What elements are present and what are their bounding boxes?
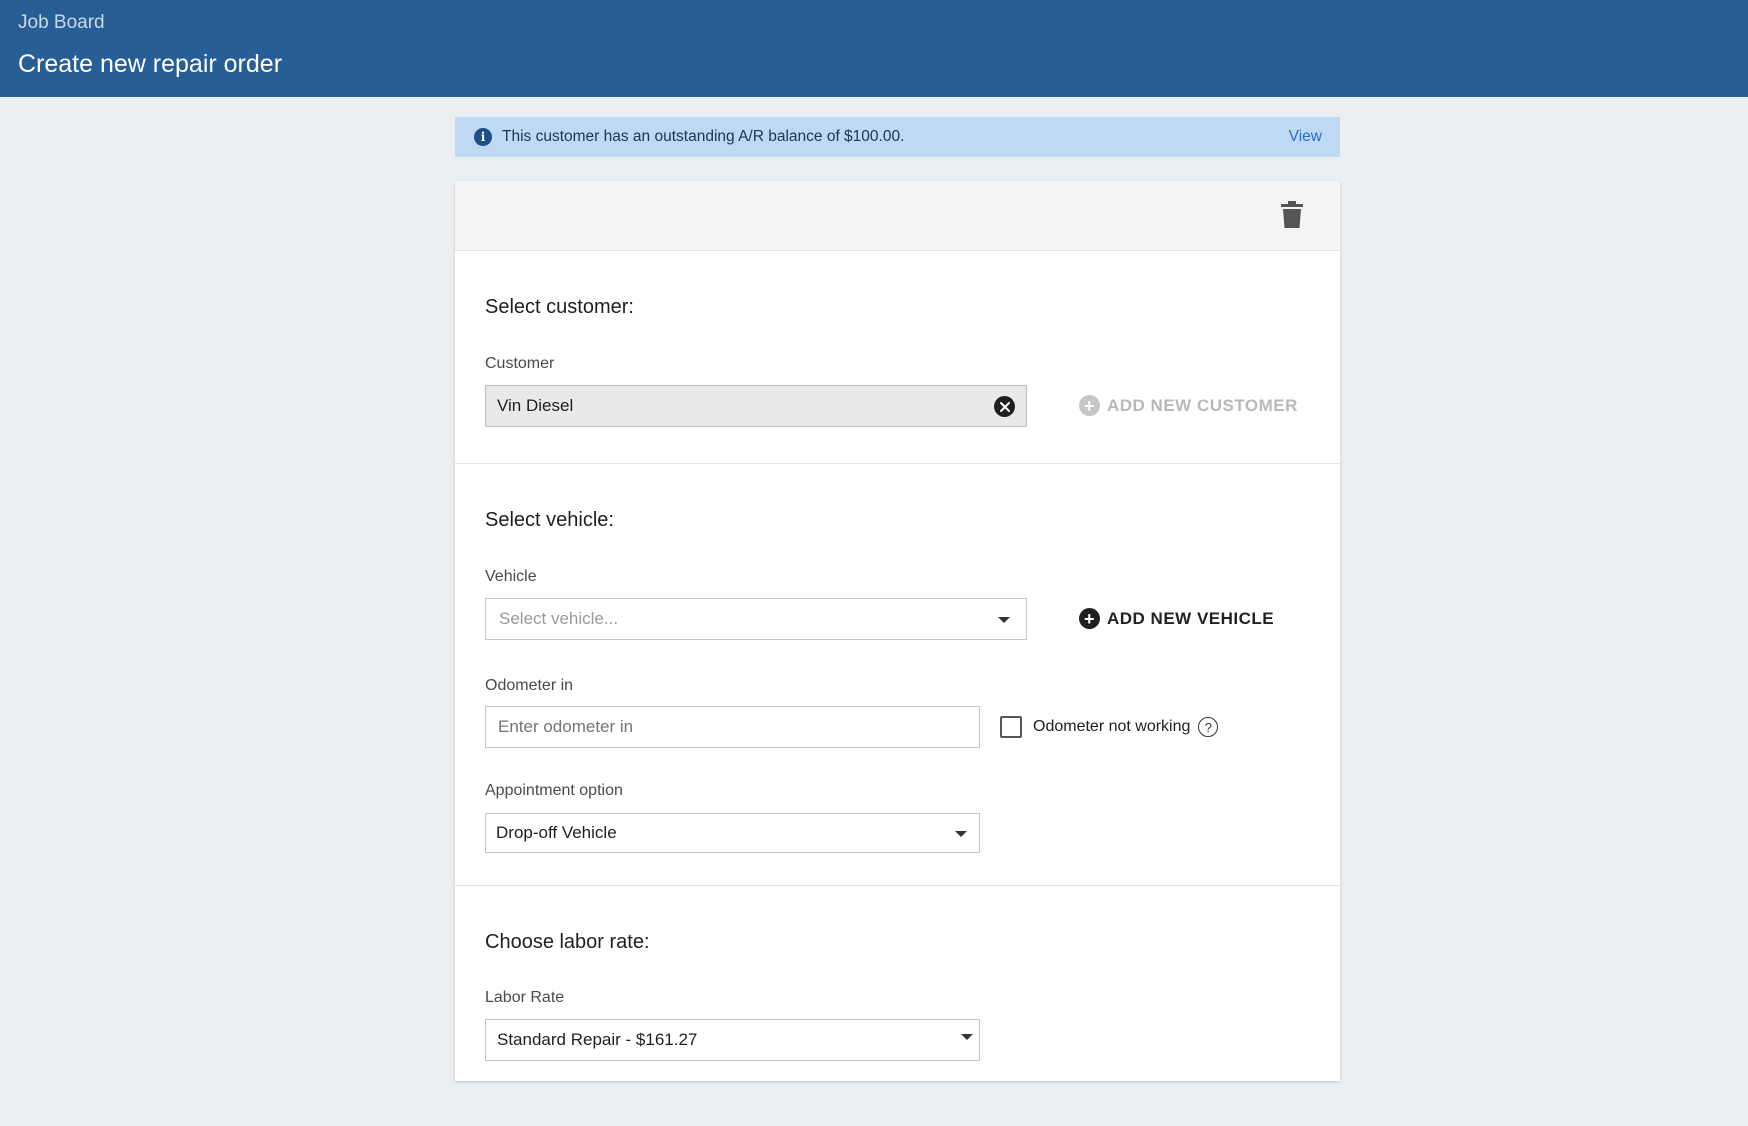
appointment-option-label: Appointment option [485,782,623,799]
plus-circle-icon: + [1079,395,1100,416]
vehicle-label: Vehicle [485,568,537,585]
vehicle-select[interactable]: Select vehicle... [485,598,1027,640]
vehicle-placeholder: Select vehicle... [499,609,619,628]
view-balance-link[interactable]: View [1289,128,1322,146]
labor-rate-select[interactable]: Standard Repair - $161.27 [485,1019,980,1061]
odometer-not-working-row: Odometer not working ? [1000,716,1219,738]
repair-order-card: Select customer: Customer Vin Diesel + A… [455,181,1340,1081]
chevron-down-icon [955,831,967,837]
help-icon[interactable]: ? [1198,717,1219,737]
customer-value: Vin Diesel [497,396,574,415]
info-icon: i [474,128,492,146]
odometer-input[interactable] [485,706,980,748]
add-new-vehicle-label: ADD NEW VEHICLE [1107,608,1275,628]
choose-labor-rate-heading: Choose labor rate: [485,931,650,953]
odometer-not-working-label: Odometer not working [1033,718,1191,735]
odometer-label: Odometer in [485,677,574,694]
labor-rate-label: Labor Rate [485,989,565,1006]
appointment-option-value: Drop-off Vehicle [496,823,617,842]
chevron-down-icon [961,1034,973,1040]
card-header [455,181,1340,251]
clear-icon[interactable] [994,396,1015,417]
banner-message: This customer has an outstanding A/R bal… [502,128,905,145]
vehicle-section: Select vehicle: Vehicle Select vehicle..… [455,464,1340,886]
labor-rate-value: Standard Repair - $161.27 [497,1030,698,1049]
odometer-not-working-checkbox[interactable] [1000,716,1022,738]
add-new-vehicle-button[interactable]: + ADD NEW VEHICLE [1079,608,1274,629]
appointment-option-select[interactable]: Drop-off Vehicle [485,813,980,853]
customer-input[interactable]: Vin Diesel [485,385,1027,427]
customer-section: Select customer: Customer Vin Diesel + A… [455,251,1340,464]
top-header: Job Board Create new repair order [0,0,1748,97]
add-new-customer-label: ADD NEW CUSTOMER [1107,395,1298,415]
page-title: Create new repair order [18,50,283,78]
breadcrumb-job-board[interactable]: Job Board [18,12,105,34]
ar-balance-banner: i This customer has an outstanding A/R b… [455,117,1340,157]
chevron-down-icon [998,617,1010,623]
plus-circle-icon: + [1079,608,1100,629]
add-new-customer-button[interactable]: + ADD NEW CUSTOMER [1079,395,1298,416]
customer-label: Customer [485,355,555,372]
select-vehicle-heading: Select vehicle: [485,509,614,531]
labor-rate-section: Choose labor rate: Labor Rate Standard R… [455,886,1340,1126]
trash-icon[interactable] [1280,200,1304,230]
select-customer-heading: Select customer: [485,296,634,318]
